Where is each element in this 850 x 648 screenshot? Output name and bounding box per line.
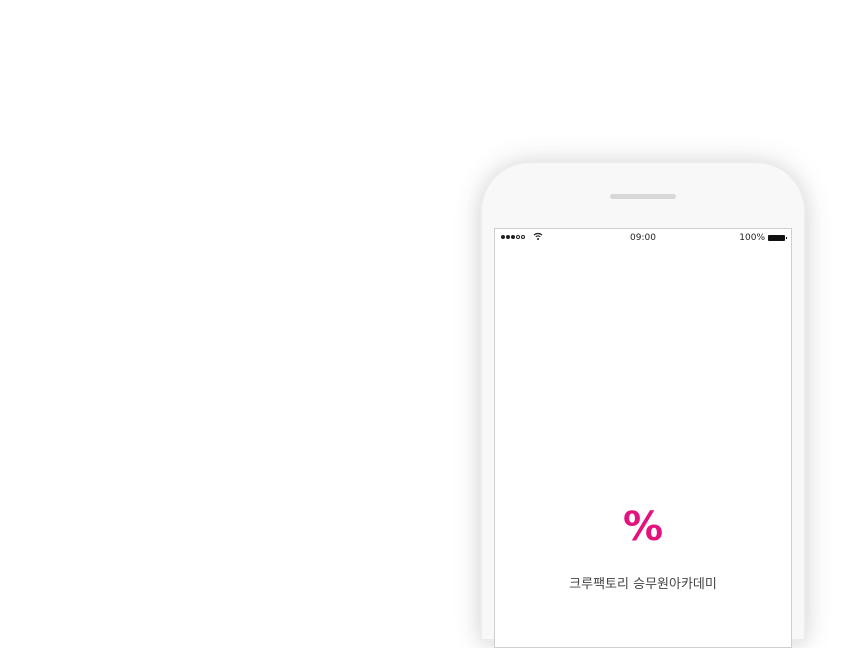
app-logo: % [622,504,664,550]
battery-status: 100% [739,233,787,243]
app-name: 크루팩토리 승무원아카데미 [569,577,717,592]
battery-percent: 100% [739,233,765,243]
battery-icon [768,235,787,241]
phone-frame: 09:00 100% % 크루팩토리 승무원아카데미 [480,161,806,648]
phone-speaker [610,194,676,199]
status-bar: 09:00 100% [495,229,791,247]
phone-screen: 09:00 100% % 크루팩토리 승무원아카데미 [494,228,792,648]
